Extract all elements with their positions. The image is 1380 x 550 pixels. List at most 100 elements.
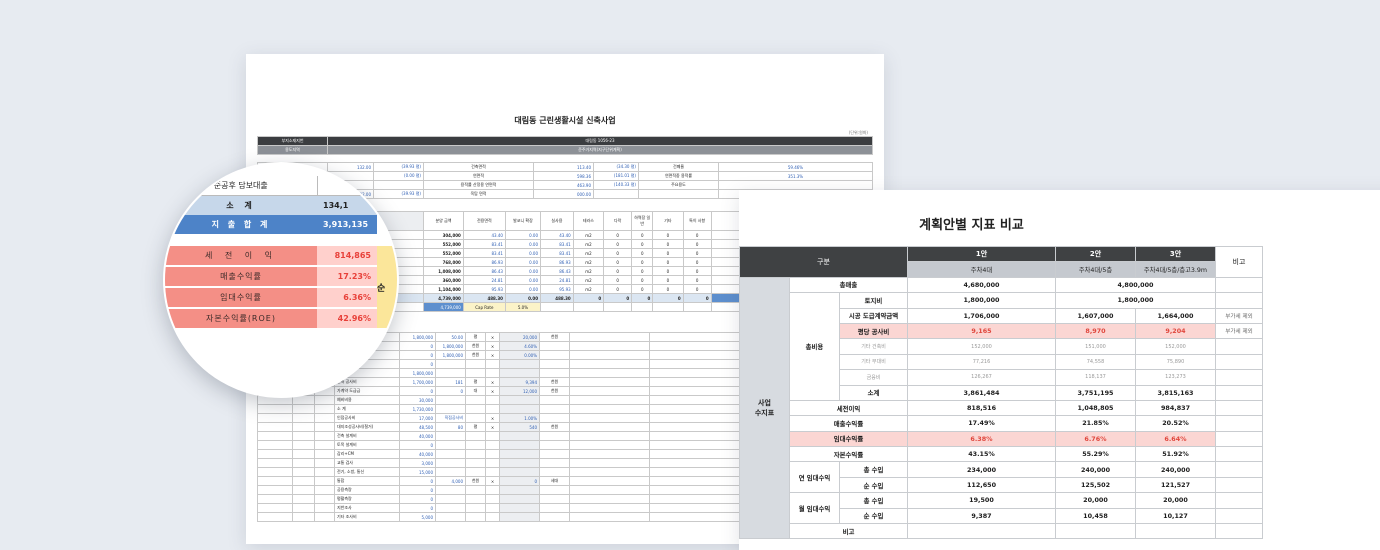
unit-col-header: 기타 [652, 211, 684, 231]
row-value: 3,861,484 [907, 384, 1056, 401]
unit-cell: m2 [572, 257, 605, 267]
mag-row-roe: 자본수익률(ROE) 42.96% [165, 308, 397, 328]
unit-cell: 95.93 [462, 284, 506, 294]
mag-label: 소 계 [165, 195, 317, 215]
unit-cell: 0.00 [504, 284, 541, 294]
cost-gap [569, 368, 650, 378]
row-label: 순 수입 [839, 507, 908, 525]
cost-gap [569, 404, 650, 414]
cost-gap [569, 485, 650, 495]
unit-cell: 24.81 [462, 275, 506, 285]
cost-qty [435, 485, 466, 495]
cost-col-c [314, 467, 335, 477]
cost-value: 0 [399, 440, 436, 450]
unit-cell: 0 [652, 257, 684, 267]
unit-cell: 83.41 [462, 239, 506, 249]
mag-value [316, 176, 377, 196]
cost-unit: 평 [465, 377, 486, 387]
cost-col-a [257, 494, 293, 504]
cost-item-label: 평활측량 [334, 494, 400, 504]
unit-total-cell: 488.30 [462, 293, 506, 303]
cost-value: 1,800,000 [399, 332, 436, 342]
cost-value: 17,000 [399, 413, 436, 423]
cost-price-unit: 천원 [539, 422, 570, 432]
cost-price-unit [539, 395, 570, 405]
cost-price-unit [539, 431, 570, 441]
cost-col-a [257, 467, 293, 477]
area-site: 132.00 [327, 162, 374, 172]
mag-value: 814,865 [317, 246, 377, 267]
cost-qty: 1,800,000 [435, 341, 466, 351]
area-value-pyeong: (34.30 평) [593, 162, 639, 172]
cost-times: × [485, 341, 500, 351]
cost-price [499, 458, 540, 468]
cost-gap [569, 431, 650, 441]
unit-cell: 43.40 [539, 230, 574, 240]
cost-col-a [257, 413, 293, 423]
cost-unit [465, 413, 486, 423]
cost-qty: 80 [435, 422, 466, 432]
cost-times [485, 404, 500, 414]
cost-value: 3,000 [399, 458, 436, 468]
cost-col-a [257, 422, 293, 432]
zone-value: 준주거지역(지구단위계획) [327, 145, 873, 155]
cost-gap [569, 395, 650, 405]
unit-total-cell: 0 [652, 293, 684, 303]
cost-group-label: 총비용 [789, 292, 840, 401]
mag-value: 3,913,135 [317, 215, 377, 234]
cost-times: × [485, 476, 500, 486]
area-key: 건축면적 [423, 162, 534, 172]
cost-col-b [292, 422, 315, 432]
cost-col-c [314, 422, 335, 432]
cost-price [499, 512, 540, 522]
area-value-pyeong: (140.33 평) [593, 180, 639, 190]
cost-qty: 1,800,000 [435, 350, 466, 360]
comparison-table: 구분 1안 2안 3안 비고 주차4대 주차4대/5층 주차4대/5층/층고3.… [739, 245, 1263, 540]
mag-value: 6.36% [317, 287, 377, 309]
row-label: 기타 부대비 [839, 353, 908, 371]
area-site-pyeong: (39.93 평) [373, 162, 424, 172]
cost-item-label: 토목 설계비 [334, 440, 400, 450]
unit-col-header: 발코니 확장 [504, 211, 541, 231]
cost-times [485, 494, 500, 504]
header-note: 비고 [1215, 246, 1263, 278]
cap-label: Cap Rate [462, 302, 506, 312]
cost-price-unit [539, 494, 570, 504]
cost-times [485, 395, 500, 405]
row-value: 984,837 [1135, 399, 1216, 417]
cost-times [485, 359, 500, 369]
cost-qty [435, 467, 466, 477]
cost-item-label: 기타 조사비 [334, 512, 400, 522]
cost-item-label: 전기, 소방, 통신 [334, 467, 400, 477]
area-key: 연면적 [423, 171, 534, 181]
cost-col-b [292, 503, 315, 513]
cost-gap [569, 386, 650, 396]
row-value: 152,000 [1135, 338, 1216, 355]
unit-cell: 768,000 [423, 257, 464, 267]
cost-col-c [314, 476, 335, 486]
unit-col-header: 실사용 [539, 211, 574, 231]
row-value: 9,387 [907, 507, 1056, 525]
cost-price-unit [539, 485, 570, 495]
zone-label: 용도지역 [257, 145, 328, 155]
area-value2: 59.46% [718, 162, 873, 172]
address-label: 부지소재지번 [257, 136, 328, 146]
cost-price [499, 368, 540, 378]
cost-col-a [257, 503, 293, 513]
row-monthly-total: 월 임대수익 총 수입 19,500 20,000 20,000 [740, 492, 1263, 525]
unit-cell: 83.41 [539, 248, 574, 258]
row-value: 20,000 [1135, 492, 1216, 509]
cost-price-unit [539, 440, 570, 450]
cost-item-label: 통합 [334, 476, 400, 486]
cost-qty: 181 [435, 377, 466, 387]
cost-qty [435, 512, 466, 522]
unit-cell: 0 [682, 284, 712, 294]
unit-cell: 0 [682, 230, 712, 240]
row-value: 4,800,000 [1055, 276, 1216, 294]
cost-times [485, 368, 500, 378]
row-roe: 자본수익률 43.15% 55.29% 51.92% [740, 446, 1263, 463]
unit-cell: 0 [682, 257, 712, 267]
cost-times [485, 449, 500, 459]
cost-price: 4.60% [499, 341, 540, 351]
row-value: 1,706,000 [907, 307, 1056, 324]
